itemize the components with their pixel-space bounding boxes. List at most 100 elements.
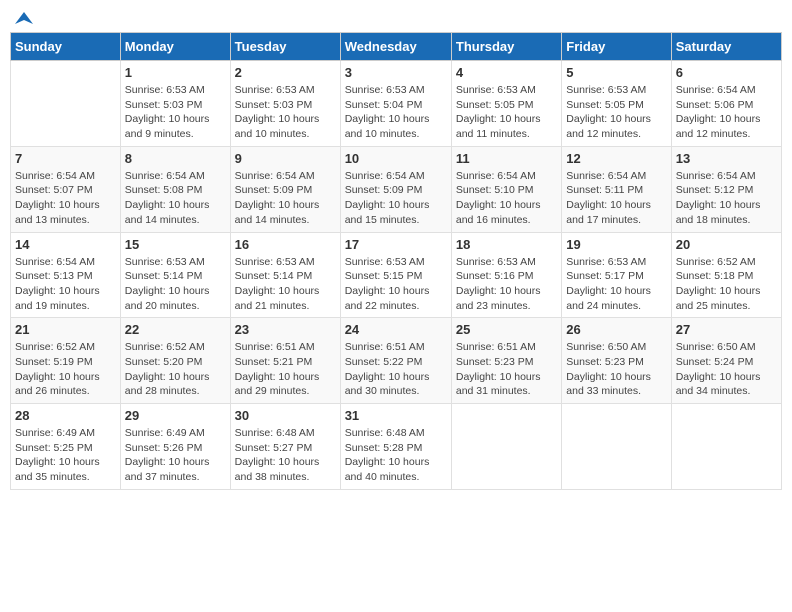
column-header-sunday: Sunday (11, 33, 121, 61)
calendar-cell: 29 Sunrise: 6:49 AM Sunset: 5:26 PM Dayli… (120, 404, 230, 490)
day-number: 23 (235, 322, 336, 337)
day-number: 3 (345, 65, 447, 80)
day-info: Sunrise: 6:54 AM Sunset: 5:13 PM Dayligh… (15, 255, 116, 314)
column-header-wednesday: Wednesday (340, 33, 451, 61)
day-info: Sunrise: 6:54 AM Sunset: 5:09 PM Dayligh… (235, 169, 336, 228)
calendar-cell: 11 Sunrise: 6:54 AM Sunset: 5:10 PM Dayli… (451, 146, 561, 232)
day-number: 28 (15, 408, 116, 423)
day-number: 15 (125, 237, 226, 252)
calendar-cell: 30 Sunrise: 6:48 AM Sunset: 5:27 PM Dayli… (230, 404, 340, 490)
day-info: Sunrise: 6:53 AM Sunset: 5:14 PM Dayligh… (235, 255, 336, 314)
page-header (10, 10, 782, 24)
calendar-cell (451, 404, 561, 490)
calendar-cell: 28 Sunrise: 6:49 AM Sunset: 5:25 PM Dayli… (11, 404, 121, 490)
calendar-cell: 27Sunrise: 6:50 AM Sunset: 5:24 PM Dayli… (671, 318, 781, 404)
day-number: 9 (235, 151, 336, 166)
column-header-monday: Monday (120, 33, 230, 61)
day-number: 12 (566, 151, 666, 166)
day-number: 31 (345, 408, 447, 423)
calendar-cell: 6 Sunrise: 6:54 AM Sunset: 5:06 PM Daylig… (671, 61, 781, 147)
calendar-cell (562, 404, 671, 490)
calendar-cell: 18Sunrise: 6:53 AM Sunset: 5:16 PM Dayli… (451, 232, 561, 318)
calendar-cell: 13 Sunrise: 6:54 AM Sunset: 5:12 PM Dayli… (671, 146, 781, 232)
day-number: 24 (345, 322, 447, 337)
calendar-cell: 19 Sunrise: 6:53 AM Sunset: 5:17 PM Dayli… (562, 232, 671, 318)
day-info: Sunrise: 6:49 AM Sunset: 5:26 PM Dayligh… (125, 426, 226, 485)
day-info: Sunrise: 6:49 AM Sunset: 5:25 PM Dayligh… (15, 426, 116, 485)
day-info: Sunrise: 6:54 AM Sunset: 5:07 PM Dayligh… (15, 169, 116, 228)
day-info: Sunrise: 6:54 AM Sunset: 5:10 PM Dayligh… (456, 169, 557, 228)
calendar-cell (11, 61, 121, 147)
calendar-cell: 24 Sunrise: 6:51 AM Sunset: 5:22 PM Dayli… (340, 318, 451, 404)
calendar-cell: 21Sunrise: 6:52 AM Sunset: 5:19 PM Dayli… (11, 318, 121, 404)
day-info: Sunrise: 6:53 AM Sunset: 5:03 PM Dayligh… (235, 83, 336, 142)
column-header-saturday: Saturday (671, 33, 781, 61)
day-number: 19 (566, 237, 666, 252)
calendar-cell: 16 Sunrise: 6:53 AM Sunset: 5:14 PM Dayli… (230, 232, 340, 318)
day-info: Sunrise: 6:51 AM Sunset: 5:22 PM Dayligh… (345, 340, 447, 399)
calendar-cell: 3Sunrise: 6:53 AM Sunset: 5:04 PM Daylig… (340, 61, 451, 147)
calendar-cell: 2Sunrise: 6:53 AM Sunset: 5:03 PM Daylig… (230, 61, 340, 147)
day-number: 8 (125, 151, 226, 166)
calendar-cell: 7 Sunrise: 6:54 AM Sunset: 5:07 PM Daylig… (11, 146, 121, 232)
day-number: 1 (125, 65, 226, 80)
day-info: Sunrise: 6:48 AM Sunset: 5:27 PM Dayligh… (235, 426, 336, 485)
day-number: 21 (15, 322, 116, 337)
calendar-cell: 12 Sunrise: 6:54 AM Sunset: 5:11 PM Dayli… (562, 146, 671, 232)
day-number: 26 (566, 322, 666, 337)
calendar-cell: 31 Sunrise: 6:48 AM Sunset: 5:28 PM Dayli… (340, 404, 451, 490)
day-number: 6 (676, 65, 777, 80)
day-info: Sunrise: 6:54 AM Sunset: 5:12 PM Dayligh… (676, 169, 777, 228)
day-info: Sunrise: 6:53 AM Sunset: 5:05 PM Dayligh… (566, 83, 666, 142)
calendar-cell: 4 Sunrise: 6:53 AM Sunset: 5:05 PM Daylig… (451, 61, 561, 147)
day-number: 4 (456, 65, 557, 80)
calendar-cell: 8 Sunrise: 6:54 AM Sunset: 5:08 PM Daylig… (120, 146, 230, 232)
calendar-cell: 1 Sunrise: 6:53 AM Sunset: 5:03 PM Daylig… (120, 61, 230, 147)
week-row-5: 28 Sunrise: 6:49 AM Sunset: 5:25 PM Dayli… (11, 404, 782, 490)
day-info: Sunrise: 6:52 AM Sunset: 5:18 PM Dayligh… (676, 255, 777, 314)
day-number: 16 (235, 237, 336, 252)
calendar-cell: 15 Sunrise: 6:53 AM Sunset: 5:14 PM Dayli… (120, 232, 230, 318)
day-number: 13 (676, 151, 777, 166)
day-info: Sunrise: 6:52 AM Sunset: 5:20 PM Dayligh… (125, 340, 226, 399)
day-number: 14 (15, 237, 116, 252)
day-number: 25 (456, 322, 557, 337)
day-number: 29 (125, 408, 226, 423)
calendar-cell: 9 Sunrise: 6:54 AM Sunset: 5:09 PM Daylig… (230, 146, 340, 232)
day-info: Sunrise: 6:54 AM Sunset: 5:08 PM Dayligh… (125, 169, 226, 228)
week-row-1: 1 Sunrise: 6:53 AM Sunset: 5:03 PM Daylig… (11, 61, 782, 147)
day-number: 7 (15, 151, 116, 166)
day-number: 20 (676, 237, 777, 252)
week-row-2: 7 Sunrise: 6:54 AM Sunset: 5:07 PM Daylig… (11, 146, 782, 232)
calendar-cell: 22Sunrise: 6:52 AM Sunset: 5:20 PM Dayli… (120, 318, 230, 404)
day-number: 18 (456, 237, 557, 252)
day-info: Sunrise: 6:53 AM Sunset: 5:03 PM Dayligh… (125, 83, 226, 142)
column-header-friday: Friday (562, 33, 671, 61)
day-info: Sunrise: 6:51 AM Sunset: 5:21 PM Dayligh… (235, 340, 336, 399)
day-info: Sunrise: 6:53 AM Sunset: 5:17 PM Dayligh… (566, 255, 666, 314)
calendar-cell (671, 404, 781, 490)
day-number: 17 (345, 237, 447, 252)
day-info: Sunrise: 6:50 AM Sunset: 5:24 PM Dayligh… (676, 340, 777, 399)
week-row-4: 21Sunrise: 6:52 AM Sunset: 5:19 PM Dayli… (11, 318, 782, 404)
calendar-cell: 5 Sunrise: 6:53 AM Sunset: 5:05 PM Daylig… (562, 61, 671, 147)
calendar-table: SundayMondayTuesdayWednesdayThursdayFrid… (10, 32, 782, 490)
calendar-cell: 26Sunrise: 6:50 AM Sunset: 5:23 PM Dayli… (562, 318, 671, 404)
day-info: Sunrise: 6:51 AM Sunset: 5:23 PM Dayligh… (456, 340, 557, 399)
day-info: Sunrise: 6:48 AM Sunset: 5:28 PM Dayligh… (345, 426, 447, 485)
calendar-cell: 25 Sunrise: 6:51 AM Sunset: 5:23 PM Dayli… (451, 318, 561, 404)
day-number: 30 (235, 408, 336, 423)
day-info: Sunrise: 6:54 AM Sunset: 5:06 PM Dayligh… (676, 83, 777, 142)
week-row-3: 14 Sunrise: 6:54 AM Sunset: 5:13 PM Dayli… (11, 232, 782, 318)
calendar-cell: 10Sunrise: 6:54 AM Sunset: 5:09 PM Dayli… (340, 146, 451, 232)
calendar-header-row: SundayMondayTuesdayWednesdayThursdayFrid… (11, 33, 782, 61)
day-number: 11 (456, 151, 557, 166)
day-info: Sunrise: 6:53 AM Sunset: 5:14 PM Dayligh… (125, 255, 226, 314)
day-info: Sunrise: 6:53 AM Sunset: 5:05 PM Dayligh… (456, 83, 557, 142)
day-info: Sunrise: 6:54 AM Sunset: 5:11 PM Dayligh… (566, 169, 666, 228)
logo (14, 10, 34, 24)
logo-bird-icon (15, 10, 33, 28)
column-header-thursday: Thursday (451, 33, 561, 61)
calendar-cell: 23 Sunrise: 6:51 AM Sunset: 5:21 PM Dayli… (230, 318, 340, 404)
day-number: 5 (566, 65, 666, 80)
